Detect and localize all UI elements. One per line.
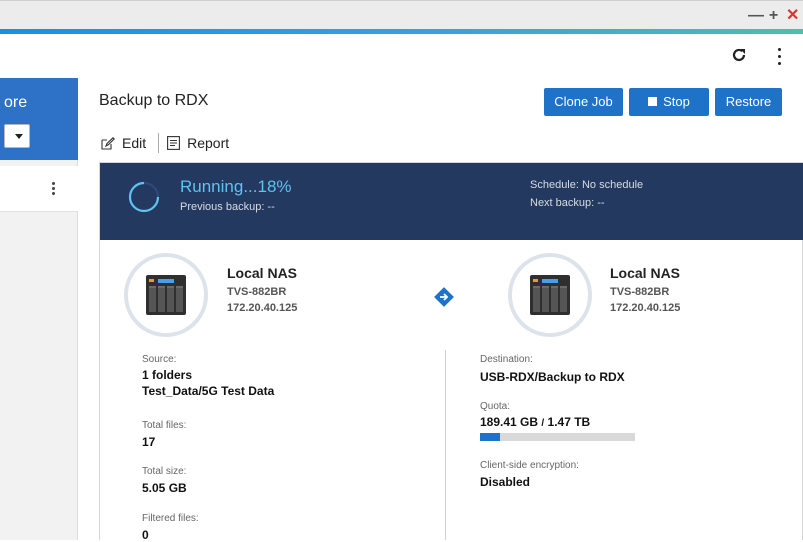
previous-backup: Previous backup: -- <box>180 201 275 213</box>
quota-separator: / <box>541 418 545 429</box>
quota-total: 1.47 TB <box>547 415 591 429</box>
close-button[interactable]: ✕ <box>786 8 799 24</box>
source-nas-ip: 172.20.40.125 <box>227 302 298 314</box>
sidebar-header: ore <box>0 78 78 160</box>
stop-button[interactable]: Stop <box>629 88 709 116</box>
source-label: Source: <box>142 354 177 365</box>
minimize-button[interactable]: — <box>748 8 764 24</box>
source-path: Test_Data/5G Test Data <box>142 384 275 398</box>
sidebar-dropdown[interactable] <box>4 124 30 148</box>
window-controls: — + ✕ <box>748 8 799 24</box>
next-backup: Next backup: -- <box>530 197 605 209</box>
more-options-icon[interactable] <box>774 44 784 68</box>
sidebar-title: ore <box>4 94 28 111</box>
item-menu-icon[interactable] <box>52 182 58 197</box>
total-size-value: 5.05 GB <box>142 481 187 495</box>
dest-nas-avatar <box>508 253 592 337</box>
quota-value: 189.41 GB / 1.47 TB <box>480 415 590 429</box>
total-size-label: Total size: <box>142 466 187 477</box>
edit-icon <box>101 136 115 150</box>
nas-device-icon <box>146 275 186 315</box>
dest-nas-name: Local NAS <box>610 265 681 281</box>
direction-arrow-icon <box>434 287 454 307</box>
top-toolbar <box>0 34 803 78</box>
action-divider <box>158 133 160 153</box>
report-label: Report <box>187 135 230 151</box>
report-icon <box>167 136 181 150</box>
edit-label: Edit <box>122 135 147 151</box>
running-status: Running...18% <box>180 177 292 196</box>
maximize-button[interactable]: + <box>767 8 780 24</box>
quota-used: 189.41 GB <box>480 415 539 429</box>
schedule-info: Schedule: No schedule <box>530 179 644 191</box>
sidebar-job-item[interactable] <box>0 166 78 212</box>
stop-icon <box>648 97 658 106</box>
job-detail-panel: Backup to RDX Clone Job Stop Restore Edi… <box>79 78 803 542</box>
quota-label: Quota: <box>480 401 511 412</box>
encryption-value: Disabled <box>480 475 531 489</box>
source-nas-name: Local NAS <box>227 265 298 281</box>
refresh-icon[interactable] <box>728 46 750 68</box>
status-banner: Running...18% Previous backup: -- Schedu… <box>100 163 803 240</box>
sidebar: ore <box>0 78 78 540</box>
destination-label: Destination: <box>480 354 533 365</box>
dest-nas-model: TVS-882BR <box>610 286 670 298</box>
page-title: Backup to RDX <box>99 92 209 109</box>
progress-spinner-icon <box>128 181 160 213</box>
nas-device-icon <box>530 275 570 315</box>
source-nas-model: TVS-882BR <box>227 286 287 298</box>
stop-label: Stop <box>663 94 690 109</box>
destination-path: USB-RDX/Backup to RDX <box>480 370 625 384</box>
edit-action[interactable]: Edit <box>101 135 146 151</box>
source-nas-avatar <box>124 253 208 337</box>
column-divider <box>445 350 446 540</box>
source-folders: 1 folders <box>142 368 193 382</box>
window-titlebar: — + ✕ <box>0 0 803 29</box>
job-card: Running...18% Previous backup: -- Schedu… <box>99 162 803 542</box>
quota-bar-fill <box>480 433 501 441</box>
restore-button[interactable]: Restore <box>715 88 782 116</box>
job-actions: Edit Report <box>101 133 229 153</box>
encryption-label: Client-side encryption: <box>480 460 579 471</box>
clone-job-button[interactable]: Clone Job <box>544 88 623 116</box>
report-action[interactable]: Report <box>167 135 229 151</box>
dest-nas-ip: 172.20.40.125 <box>610 302 681 314</box>
total-files-label: Total files: <box>142 420 187 431</box>
chevron-down-icon <box>15 134 23 139</box>
filtered-files-label: Filtered files: <box>142 513 199 524</box>
total-files-value: 17 <box>142 435 156 449</box>
quota-bar <box>480 433 635 441</box>
